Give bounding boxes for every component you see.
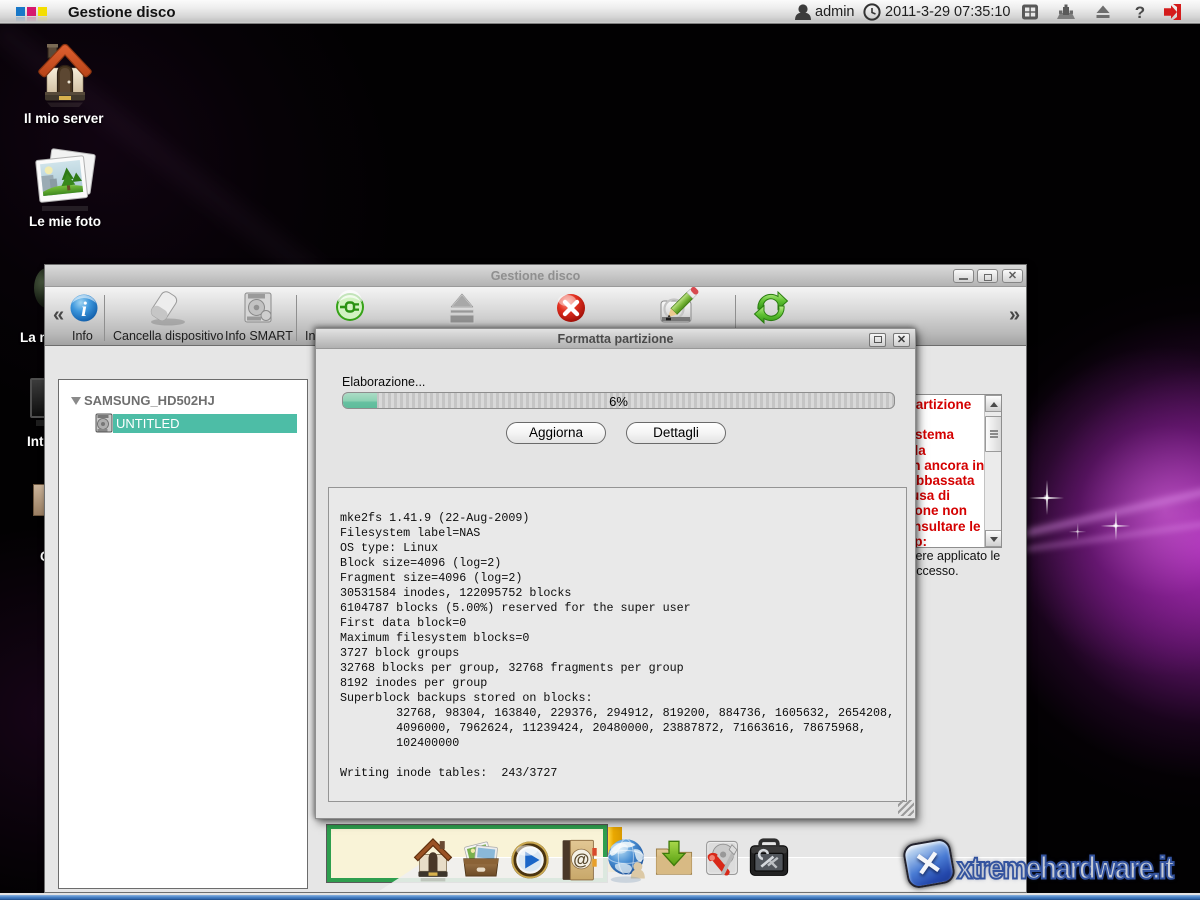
svg-text:?: ? xyxy=(1135,3,1145,22)
svg-text:@: @ xyxy=(573,851,589,869)
svg-text:i: i xyxy=(81,297,87,321)
